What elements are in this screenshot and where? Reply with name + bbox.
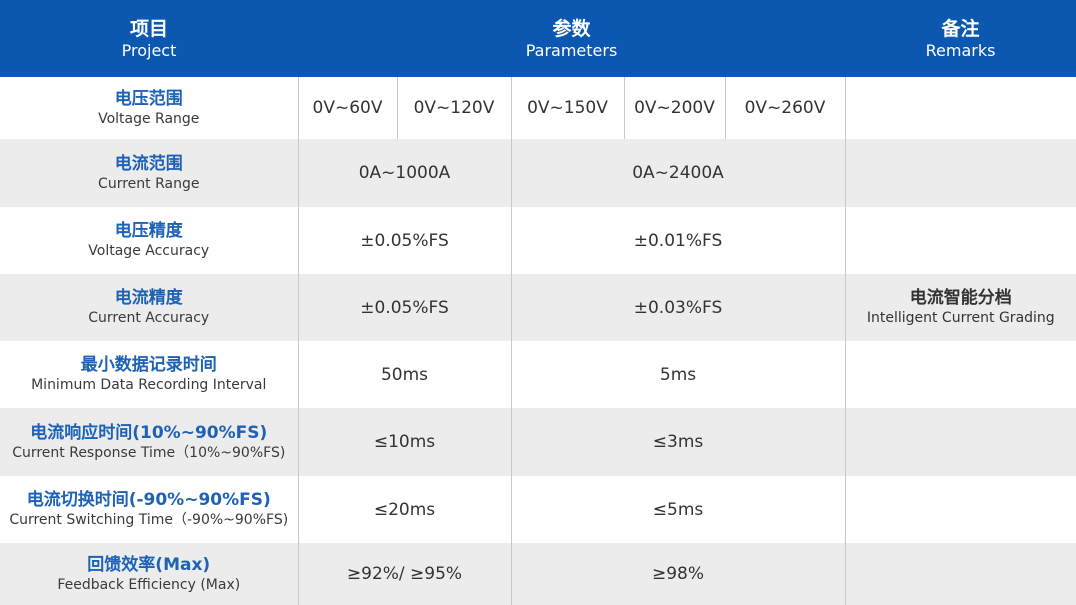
value-cell: 0V~260V: [725, 77, 846, 139]
header-project: 项目 Project: [0, 0, 298, 77]
value-cell: ±0.05%FS: [298, 207, 512, 274]
header-row: 项目 Project 参数 Parameters 备注 Remarks: [0, 0, 1076, 77]
header-project-zh: 项目: [129, 17, 168, 40]
item-label-zh: 电压范围: [114, 88, 183, 109]
remark-cell: [844, 207, 1076, 274]
item-cell: 最小数据记录时间 Minimum Data Recording Interval: [0, 341, 299, 408]
item-label-zh: 电流范围: [114, 153, 183, 174]
remark-cell: [844, 341, 1076, 408]
row-voltage-accuracy: 电压精度 Voltage Accuracy ±0.05%FS ±0.01%FS: [0, 207, 1076, 274]
item-label-zh: 最小数据记录时间: [80, 355, 217, 375]
item-label-en: Voltage Range: [98, 110, 200, 127]
item-label-en: Minimum Data Recording Interval: [31, 377, 267, 393]
item-label-en: Current Switching Time（-90%~90%FS): [9, 512, 289, 528]
spec-table: 项目 Project 参数 Parameters 备注 Remarks 电压范围…: [0, 0, 1076, 605]
row-current-accuracy: 电流精度 Current Accuracy ±0.05%FS ±0.03%FS …: [0, 274, 1076, 341]
item-label-en: Feedback Efficiency (Max): [57, 576, 241, 593]
item-cell: 回馈效率(Max) Feedback Efficiency (Max): [0, 543, 299, 605]
remark-zh: 电流智能分档: [909, 288, 1012, 308]
item-cell: 电流切换时间(-90%~90%FS) Current Switching Tim…: [0, 476, 299, 543]
remark-cell: [844, 77, 1076, 139]
row-voltage-range: 电压范围 Voltage Range 0V~60V 0V~120V 0V~150…: [0, 77, 1076, 139]
remark-cell: [844, 476, 1076, 543]
item-label-en: Current Range: [98, 175, 200, 192]
row-current-switching-time: 电流切换时间(-90%~90%FS) Current Switching Tim…: [0, 476, 1076, 543]
item-label-en: Current Accuracy: [88, 310, 210, 326]
item-label-zh: 电流精度: [114, 288, 183, 308]
item-label-en: Current Response Time（10%~90%FS): [12, 444, 286, 461]
item-label-zh: 电流切换时间(-90%~90%FS): [26, 490, 271, 510]
value-cell: ≤5ms: [511, 476, 846, 543]
item-cell: 电流响应时间(10%~90%FS) Current Response Time（…: [0, 408, 299, 476]
header-remarks-en: Remarks: [925, 40, 996, 60]
row-current-response-time: 电流响应时间(10%~90%FS) Current Response Time（…: [0, 408, 1076, 476]
header-remarks-zh: 备注: [941, 17, 980, 40]
header-remarks: 备注 Remarks: [845, 0, 1076, 77]
item-label-zh: 电压精度: [114, 221, 183, 241]
value-cell: 0A~1000A: [298, 139, 512, 207]
header-parameters: 参数 Parameters: [298, 0, 845, 77]
header-params-en: Parameters: [525, 40, 618, 60]
item-cell: 电压范围 Voltage Range: [0, 77, 299, 139]
value-cell: 5ms: [511, 341, 846, 408]
value-cell: 0V~120V: [397, 77, 512, 139]
item-cell: 电流范围 Current Range: [0, 139, 299, 207]
item-label-zh: 电流响应时间(10%~90%FS): [30, 422, 268, 443]
item-label-en: Voltage Accuracy: [88, 243, 210, 259]
row-current-range: 电流范围 Current Range 0A~1000A 0A~2400A: [0, 139, 1076, 207]
value-cell: ≤20ms: [298, 476, 512, 543]
remark-cell: [844, 408, 1076, 476]
row-min-record-interval: 最小数据记录时间 Minimum Data Recording Interval…: [0, 341, 1076, 408]
value-cell: ≤3ms: [511, 408, 846, 476]
header-project-en: Project: [121, 40, 177, 60]
remark-cell: [844, 139, 1076, 207]
value-cell: 0A~2400A: [511, 139, 846, 207]
value-cell: ≤10ms: [298, 408, 512, 476]
header-params-zh: 参数: [552, 17, 591, 40]
remark-en: Intelligent Current Grading: [866, 310, 1055, 326]
value-cell: ≥92%/ ≥95%: [298, 543, 512, 605]
remark-cell: [844, 543, 1076, 605]
value-cell: ±0.03%FS: [511, 274, 846, 341]
value-cell: 0V~200V: [624, 77, 726, 139]
row-feedback-efficiency: 回馈效率(Max) Feedback Efficiency (Max) ≥92%…: [0, 543, 1076, 605]
remark-cell: 电流智能分档 Intelligent Current Grading: [844, 274, 1076, 341]
value-cell: 0V~150V: [511, 77, 625, 139]
value-cell: ±0.05%FS: [298, 274, 512, 341]
value-cell: 0V~60V: [298, 77, 398, 139]
value-cell: ≥98%: [511, 543, 846, 605]
value-cell: 50ms: [298, 341, 512, 408]
item-cell: 电流精度 Current Accuracy: [0, 274, 299, 341]
item-label-zh: 回馈效率(Max): [87, 554, 211, 575]
value-cell: ±0.01%FS: [511, 207, 846, 274]
item-cell: 电压精度 Voltage Accuracy: [0, 207, 299, 274]
